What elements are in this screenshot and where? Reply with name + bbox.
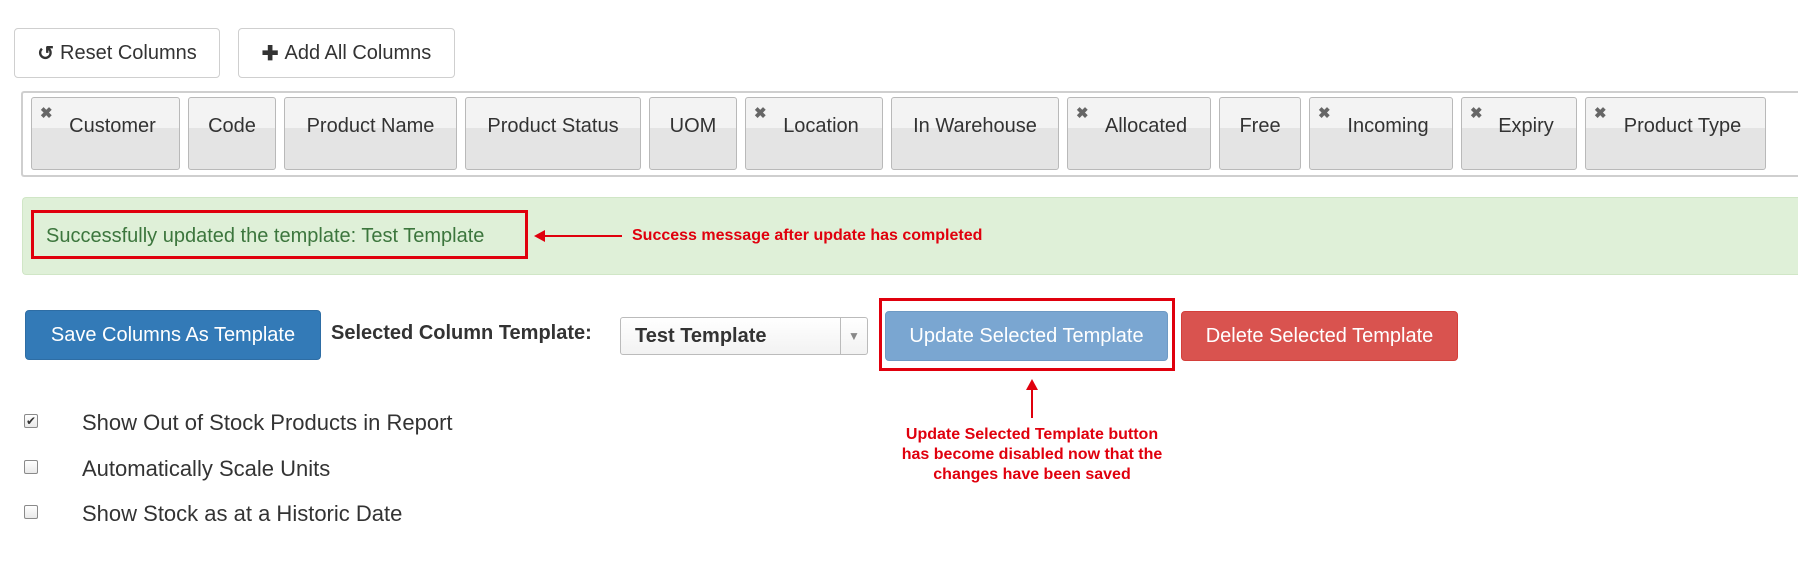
remove-icon[interactable]: ✖	[40, 104, 53, 122]
add-all-columns-label: Add All Columns	[284, 41, 432, 64]
column-chip-label: Product Status	[487, 115, 619, 137]
auto-scale-units-checkbox[interactable]	[24, 460, 38, 474]
column-chip-label: Code	[208, 115, 256, 137]
column-chip-label: Product Type	[1623, 115, 1742, 137]
dropdown-arrow-icon[interactable]: ▼	[840, 318, 867, 354]
remove-icon[interactable]: ✖	[754, 104, 767, 122]
add-all-columns-button[interactable]: ✚ Add All Columns	[238, 28, 455, 78]
column-chip-label: Free	[1239, 115, 1281, 137]
annotation-update-line: changes have been saved	[933, 466, 1131, 483]
column-chip-product-name[interactable]: Product Name	[284, 97, 457, 170]
historic-date-label: Show Stock as at a Historic Date	[82, 501, 403, 526]
annotation-success-text: Success message after update has complet…	[632, 227, 983, 244]
column-template-select[interactable]: Test Template ▼	[620, 317, 868, 355]
column-chip-incoming[interactable]: ✖ Incoming	[1309, 97, 1453, 170]
column-chip-customer[interactable]: ✖ Customer	[31, 97, 180, 170]
column-chip-label: Customer	[69, 115, 156, 137]
column-chip-label: Location	[783, 115, 859, 137]
remove-icon[interactable]: ✖	[1318, 104, 1331, 122]
annotation-update-line: Update Selected Template button	[905, 426, 1159, 443]
column-chip-label: Incoming	[1347, 115, 1429, 137]
column-chip-in-warehouse[interactable]: In Warehouse	[891, 97, 1059, 170]
column-chip-product-type[interactable]: ✖ Product Type	[1585, 97, 1766, 170]
remove-icon[interactable]: ✖	[1470, 104, 1483, 122]
annotation-arrow-head	[534, 230, 545, 242]
reset-columns-label: Reset Columns	[60, 41, 197, 64]
remove-icon[interactable]: ✖	[1076, 104, 1089, 122]
reset-columns-button[interactable]: ↺ Reset Columns	[14, 28, 220, 78]
annotation-update-line: has become disabled now that the	[901, 446, 1163, 463]
column-chip-label: UOM	[669, 115, 717, 137]
column-chip-location[interactable]: ✖ Location	[745, 97, 883, 170]
success-message: Successfully updated the template: Test …	[46, 225, 485, 247]
column-chip-product-status[interactable]: Product Status	[465, 97, 641, 170]
delete-selected-template-button[interactable]: Delete Selected Template	[1181, 311, 1458, 361]
annotation-update-text: Update Selected Template button has beco…	[852, 425, 1212, 485]
undo-icon: ↺	[37, 42, 55, 65]
historic-date-checkbox[interactable]	[24, 505, 38, 519]
column-chip-label: Expiry	[1498, 115, 1554, 137]
column-chip-allocated[interactable]: ✖ Allocated	[1067, 97, 1211, 170]
save-columns-as-template-button[interactable]: Save Columns As Template	[25, 310, 321, 360]
column-chip-label: Allocated	[1104, 115, 1188, 137]
auto-scale-units-label: Automatically Scale Units	[82, 456, 331, 481]
annotation-arrow-line	[538, 235, 622, 237]
remove-icon[interactable]: ✖	[1594, 104, 1607, 122]
column-chip-code[interactable]: Code	[188, 97, 276, 170]
column-template-select-value: Test Template	[635, 324, 767, 347]
show-out-of-stock-checkbox[interactable]: ✔	[24, 414, 38, 428]
update-selected-template-button: Update Selected Template	[885, 311, 1168, 361]
column-chip-free[interactable]: Free	[1219, 97, 1301, 170]
column-chip-expiry[interactable]: ✖ Expiry	[1461, 97, 1577, 170]
column-chip-label: Product Name	[306, 115, 435, 137]
column-chip-label: In Warehouse	[913, 115, 1037, 137]
selected-column-template-label: Selected Column Template:	[331, 322, 592, 344]
show-out-of-stock-label: Show Out of Stock Products in Report	[82, 410, 453, 435]
plus-icon: ✚	[261, 42, 279, 65]
annotation-arrow-line	[1031, 388, 1033, 418]
column-chip-uom[interactable]: UOM	[649, 97, 737, 170]
